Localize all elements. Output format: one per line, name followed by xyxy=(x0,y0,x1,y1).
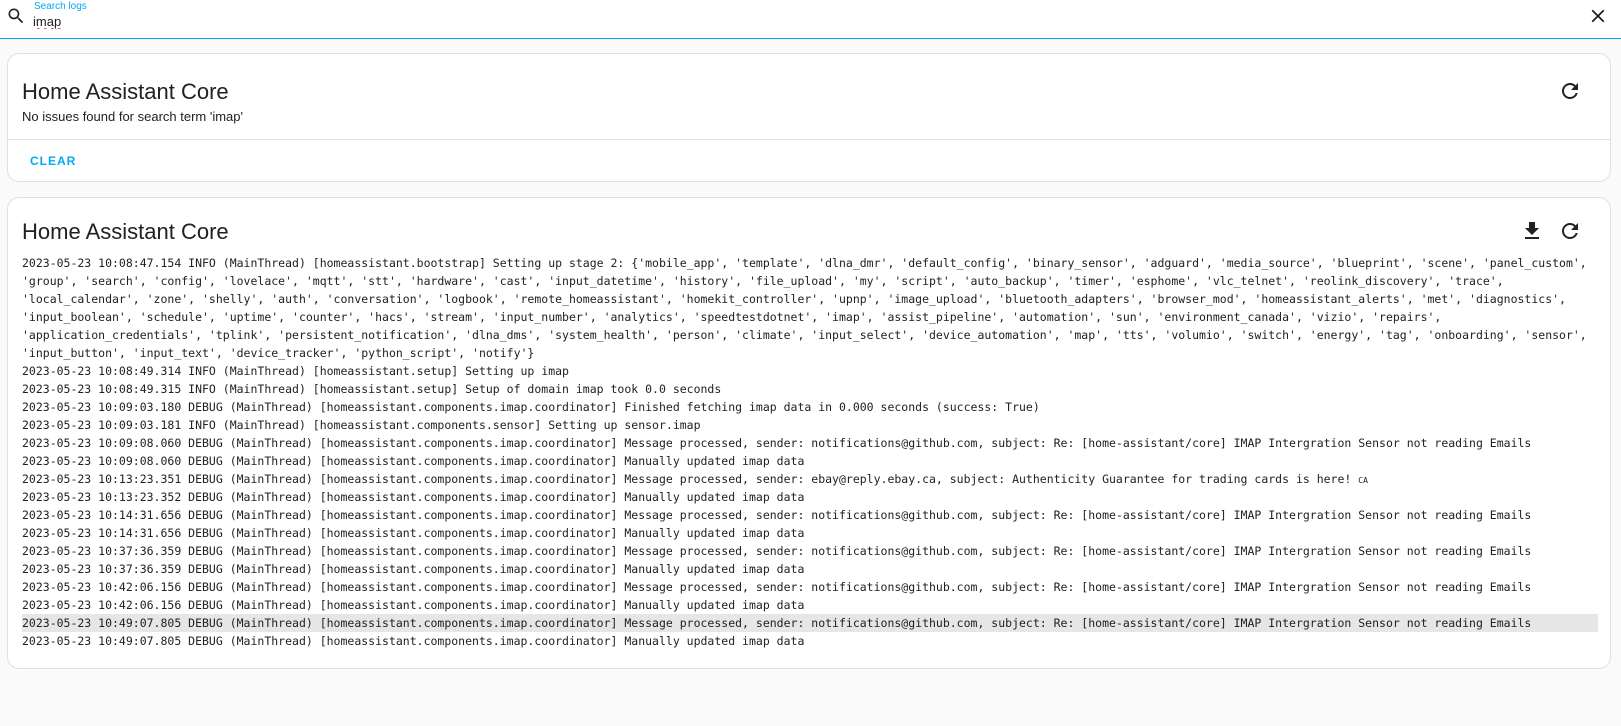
log-card-title: Home Assistant Core xyxy=(22,219,229,244)
log-line: 2023-05-23 10:13:23.351 DEBUG (MainThrea… xyxy=(22,470,1598,488)
log-line: 2023-05-23 10:37:36.359 DEBUG (MainThrea… xyxy=(22,562,805,576)
log-card: Home Assistant Core 2023-05-23 10:08:47.… xyxy=(7,197,1611,669)
log-line: 2023-05-23 10:08:49.314 INFO (MainThread… xyxy=(22,364,569,378)
issues-card-subtitle: No issues found for search term 'imap' xyxy=(22,109,243,124)
close-icon[interactable] xyxy=(1587,5,1609,27)
log-line-highlighted: 2023-05-23 10:49:07.805 DEBUG (MainThrea… xyxy=(22,614,1598,632)
log-line: 2023-05-23 10:42:06.156 DEBUG (MainThrea… xyxy=(22,580,1532,594)
search-input[interactable] xyxy=(33,13,933,30)
log-line: 2023-05-23 10:09:08.060 DEBUG (MainThrea… xyxy=(22,454,805,468)
refresh-icon[interactable] xyxy=(1558,79,1582,103)
issues-card-title: Home Assistant Core xyxy=(22,79,229,104)
log-line-text: 2023-05-23 10:13:23.351 DEBUG (MainThrea… xyxy=(22,472,1359,486)
log-line: 2023-05-23 10:09:08.060 DEBUG (MainThrea… xyxy=(22,436,1532,450)
log-line: 2023-05-23 10:08:47.154 INFO (MainThread… xyxy=(22,256,1594,360)
clear-button[interactable]: CLEAR xyxy=(22,150,84,172)
log-line: 2023-05-23 10:49:07.805 DEBUG (MainThrea… xyxy=(22,634,805,648)
search-bar: Search logs xyxy=(0,0,1621,39)
magnify-icon[interactable] xyxy=(6,6,26,26)
log-line: 2023-05-23 10:14:31.656 DEBUG (MainThrea… xyxy=(22,526,805,540)
card-divider xyxy=(8,139,1610,140)
issues-card: Home Assistant Core No issues found for … xyxy=(7,53,1611,182)
search-label: Search logs xyxy=(34,1,87,12)
download-icon[interactable] xyxy=(1520,219,1544,243)
log-line: 2023-05-23 10:13:23.352 DEBUG (MainThrea… xyxy=(22,490,805,504)
log-line: 2023-05-23 10:08:49.315 INFO (MainThread… xyxy=(22,382,722,396)
country-flag-text: CA xyxy=(1358,476,1368,485)
log-line: 2023-05-23 10:37:36.359 DEBUG (MainThrea… xyxy=(22,544,1532,558)
log-line: 2023-05-23 10:09:03.180 DEBUG (MainThrea… xyxy=(22,400,1040,414)
log-line: 2023-05-23 10:09:03.181 INFO (MainThread… xyxy=(22,418,701,432)
log-area: 2023-05-23 10:08:47.154 INFO (MainThread… xyxy=(22,254,1598,650)
refresh-icon[interactable] xyxy=(1558,219,1582,243)
log-line: 2023-05-23 10:14:31.656 DEBUG (MainThrea… xyxy=(22,508,1532,522)
log-line: 2023-05-23 10:42:06.156 DEBUG (MainThrea… xyxy=(22,598,805,612)
